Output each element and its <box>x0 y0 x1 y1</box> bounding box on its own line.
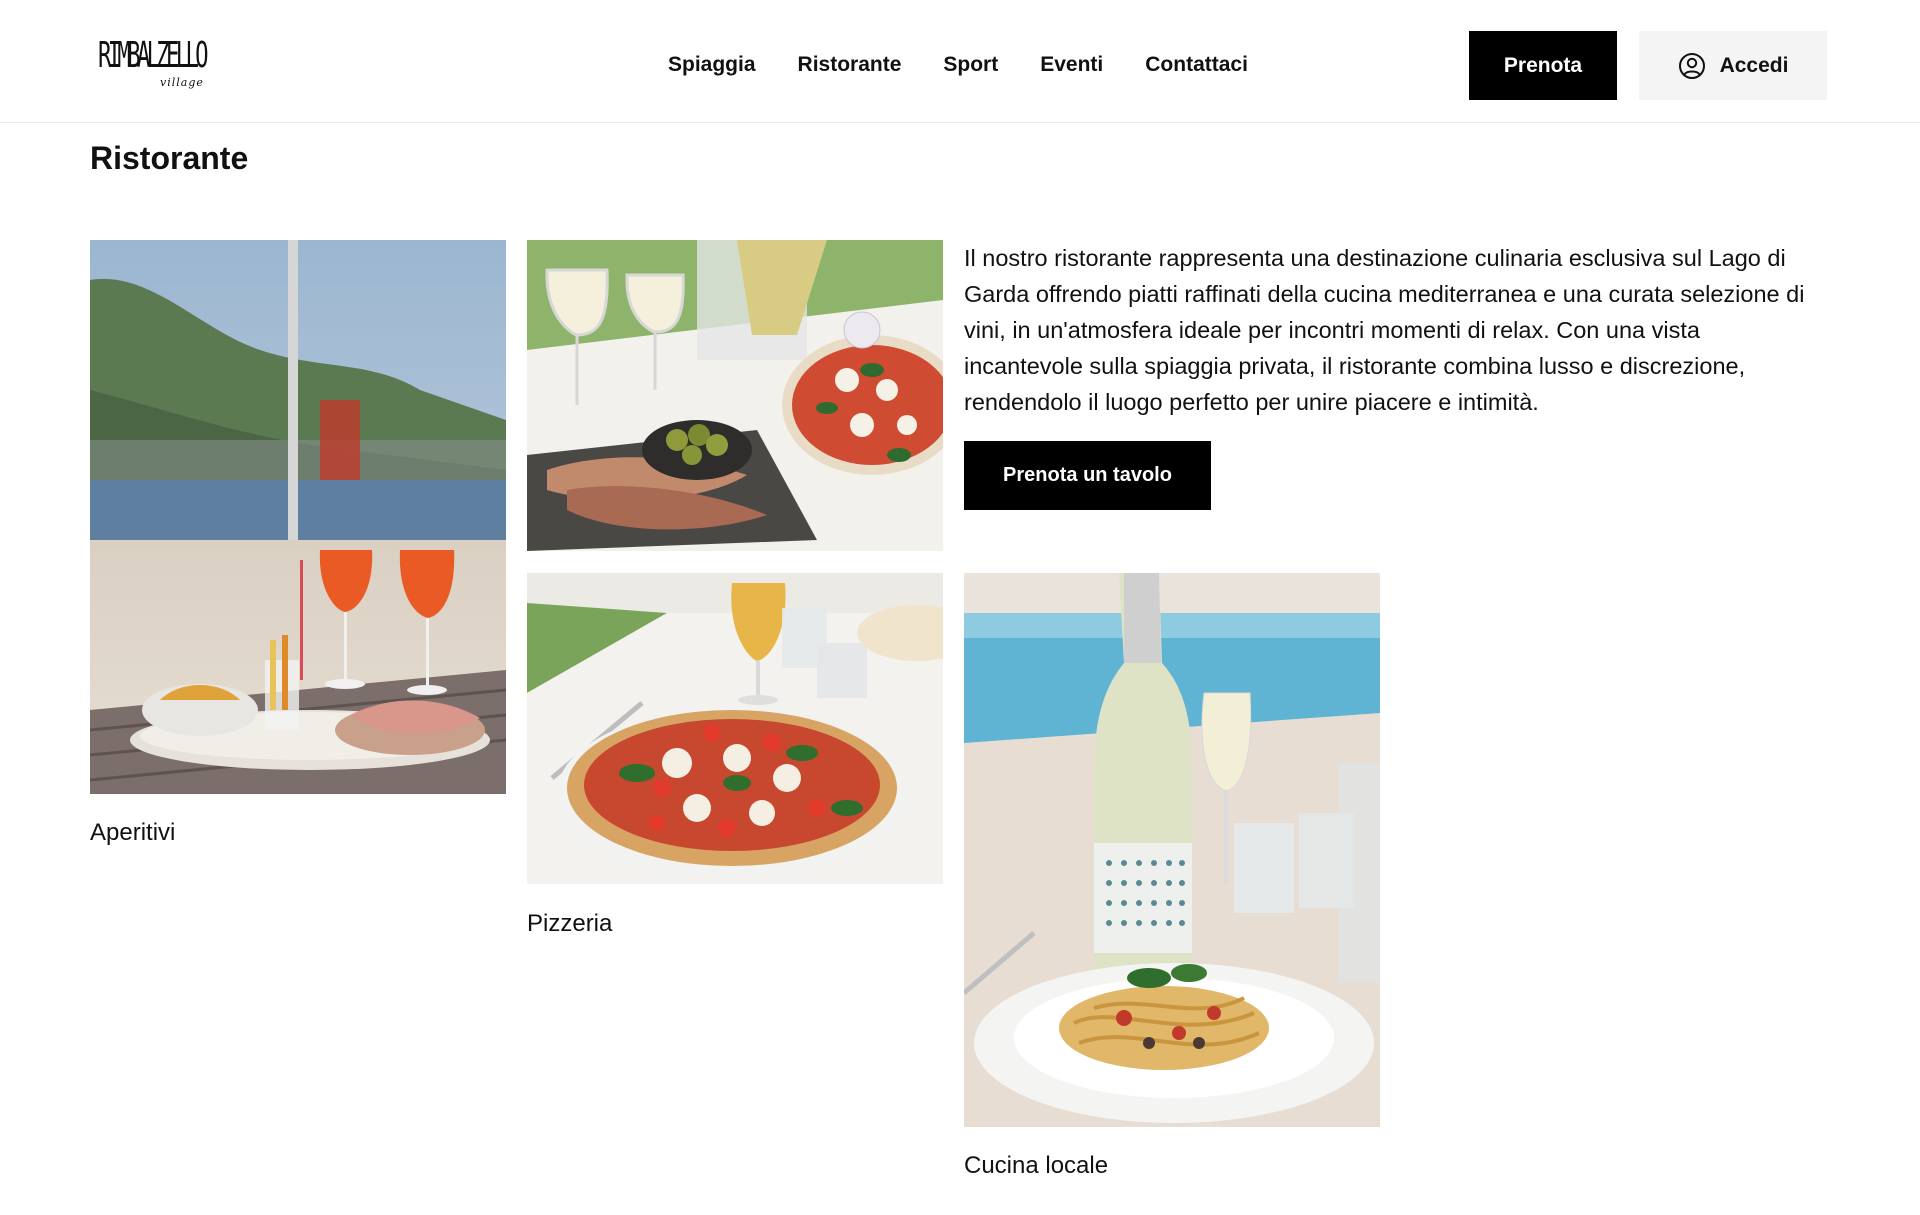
login-button[interactable]: Accedi <box>1639 31 1827 100</box>
main-nav: Spiaggia Ristorante Sport Eventi Contatt… <box>668 50 1290 80</box>
aperitivi-image[interactable] <box>90 240 506 794</box>
restaurant-description: Il nostro ristorante rappresenta una des… <box>964 245 1805 415</box>
login-button-label: Accedi <box>1719 53 1789 77</box>
card-label-cucina-locale[interactable]: Cucina locale <box>964 1150 1108 1182</box>
card-label-aperitivi[interactable]: Aperitivi <box>90 817 175 849</box>
book-table-button[interactable]: Prenota un tavolo <box>964 441 1211 510</box>
site-header: RIMBALZELLO village Spiaggia Ristorante … <box>0 0 1920 123</box>
nav-item-eventi[interactable]: Eventi <box>1040 50 1103 80</box>
nav-item-contattaci[interactable]: Contattaci <box>1145 50 1248 80</box>
logo-text: RIMBALZELLO <box>98 35 209 76</box>
nav-item-ristorante[interactable]: Ristorante <box>798 50 902 80</box>
page-title: Ristorante <box>90 140 249 176</box>
site-logo[interactable]: RIMBALZELLO village <box>98 34 209 94</box>
nav-item-spiaggia[interactable]: Spiaggia <box>668 50 756 80</box>
book-button[interactable]: Prenota <box>1469 31 1617 100</box>
user-circle-icon <box>1678 52 1706 80</box>
pizzeria-image[interactable] <box>527 573 943 884</box>
nav-item-sport[interactable]: Sport <box>943 50 998 80</box>
tagliere-image <box>527 240 943 551</box>
cucina-locale-image[interactable] <box>964 573 1380 1127</box>
logo-subtext: village <box>160 76 204 89</box>
card-label-pizzeria[interactable]: Pizzeria <box>527 908 612 940</box>
